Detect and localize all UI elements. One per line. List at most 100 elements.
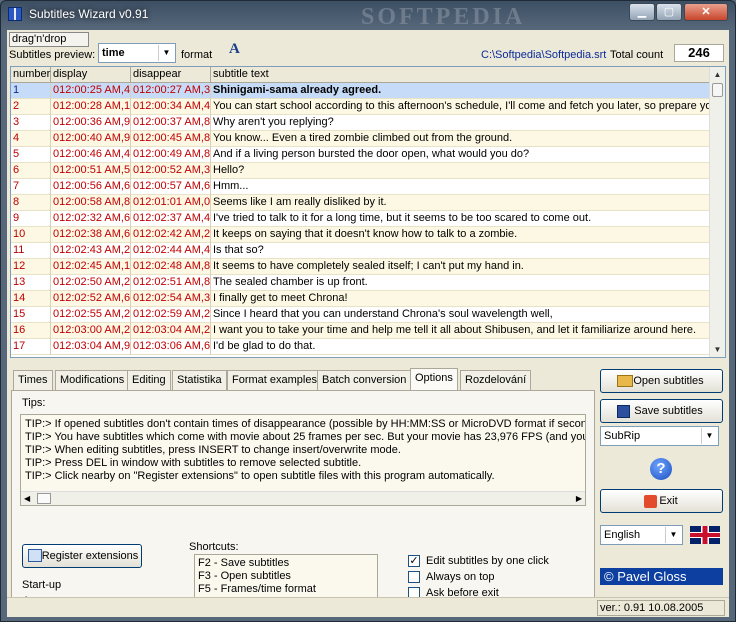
tab-times[interactable]: Times <box>13 370 53 390</box>
row-display-time: 012:02:55 AM,2 <box>51 307 131 323</box>
scroll-down-icon[interactable]: ▼ <box>710 342 725 357</box>
table-row[interactable]: 10 012:02:38 AM,6 012:02:42 AM,2 It keeps o… <box>11 227 711 243</box>
table-row[interactable]: 1 012:00:25 AM,4 012:00:27 AM,3 Shinigami-s… <box>11 83 711 99</box>
table-row[interactable]: 7 012:00:56 AM,6 012:00:57 AM,6 Hmm... <box>11 179 711 195</box>
row-disappear-time: 012:00:52 AM,3 <box>131 163 211 179</box>
tab-batch-conversion[interactable]: Batch conversion <box>317 370 412 390</box>
col-header-display[interactable]: display <box>51 67 131 83</box>
grid-vertical-scrollbar[interactable]: ▲ ▼ <box>709 67 725 357</box>
format-select[interactable]: SubRip ▼ <box>600 426 719 446</box>
register-extensions-button[interactable]: Register extensions <box>22 544 142 568</box>
scroll-up-icon[interactable]: ▲ <box>710 67 725 82</box>
row-number: 4 <box>11 131 51 147</box>
table-row[interactable]: 11 012:02:43 AM,2 012:02:44 AM,4 Is that so… <box>11 243 711 259</box>
row-subtitle-text: Shinigami-sama already agreed. <box>211 83 711 99</box>
font-icon[interactable]: A <box>229 41 240 58</box>
language-select-value: English <box>604 529 641 541</box>
preview-select[interactable]: time ▼ <box>98 43 176 63</box>
row-number: 6 <box>11 163 51 179</box>
language-select[interactable]: English ▼ <box>600 525 683 545</box>
row-subtitle-text: Is that so? <box>211 243 711 259</box>
row-display-time: 012:00:40 AM,9 <box>51 131 131 147</box>
col-header-number[interactable]: number <box>11 67 51 83</box>
subtitles-grid[interactable]: number display disappear subtitle text 1… <box>10 66 726 358</box>
table-row[interactable]: 13 012:02:50 AM,2 012:02:51 AM,8 The sealed… <box>11 275 711 291</box>
tip-line: TIP:> When editing subtitles, press INSE… <box>25 444 401 456</box>
total-count-value: 246 <box>674 44 724 62</box>
row-disappear-time: 012:00:34 AM,4 <box>131 99 211 115</box>
row-subtitle-text: The sealed chamber is up front. <box>211 275 711 291</box>
row-disappear-time: 012:01:01 AM,0 <box>131 195 211 211</box>
tab-options[interactable]: Options <box>410 368 458 391</box>
scroll-left-icon[interactable]: ◀ <box>24 494 30 503</box>
row-subtitle-text: It keeps on saying that it doesn't know … <box>211 227 711 243</box>
row-display-time: 012:00:58 AM,8 <box>51 195 131 211</box>
table-row[interactable]: 14 012:02:52 AM,6 012:02:54 AM,3 I finally … <box>11 291 711 307</box>
scroll-thumb[interactable] <box>37 493 51 504</box>
col-header-disappear[interactable]: disappear <box>131 67 211 83</box>
dragdrop-label[interactable]: drag'n'drop <box>9 32 89 47</box>
row-subtitle-text: I've tried to talk to it for a long time… <box>211 211 711 227</box>
preview-select-value: time <box>102 47 125 59</box>
shortcut-line: F2 - Save subtitles <box>198 557 290 569</box>
uk-flag-icon[interactable] <box>690 526 720 544</box>
close-button[interactable]: ✕ <box>684 3 728 21</box>
row-display-time: 012:00:28 AM,1 <box>51 99 131 115</box>
help-icon[interactable]: ? <box>650 458 672 480</box>
tab-format-examples[interactable]: Format examples <box>227 370 322 390</box>
chevron-down-icon: ▼ <box>158 45 174 61</box>
minimize-button[interactable]: ▁ <box>629 3 655 21</box>
register-icon <box>28 549 42 562</box>
row-number: 16 <box>11 323 51 339</box>
table-row[interactable]: 17 012:03:04 AM,9 012:03:06 AM,6 I'd be gla… <box>11 339 711 355</box>
row-disappear-time: 012:02:42 AM,2 <box>131 227 211 243</box>
maximize-button[interactable]: ▢ <box>656 3 682 21</box>
row-disappear-time: 012:03:06 AM,6 <box>131 339 211 355</box>
tips-box[interactable]: TIP:> If opened subtitles don't contain … <box>20 414 586 506</box>
table-row[interactable]: 3 012:00:36 AM,9 012:00:37 AM,8 Why aren't … <box>11 115 711 131</box>
col-header-text[interactable]: subtitle text <box>211 67 711 83</box>
row-number: 11 <box>11 243 51 259</box>
table-row[interactable]: 15 012:02:55 AM,2 012:02:59 AM,2 Since I he… <box>11 307 711 323</box>
table-row[interactable]: 12 012:02:45 AM,1 012:02:48 AM,8 It seems t… <box>11 259 711 275</box>
total-count-label: Total count <box>610 49 664 61</box>
table-row[interactable]: 16 012:03:00 AM,2 012:03:04 AM,2 I want you… <box>11 323 711 339</box>
row-number: 7 <box>11 179 51 195</box>
table-row[interactable]: 6 012:00:51 AM,5 012:00:52 AM,3 Hello? <box>11 163 711 179</box>
tips-label: Tips: <box>22 397 46 409</box>
power-icon <box>644 495 657 508</box>
row-disappear-time: 012:02:51 AM,8 <box>131 275 211 291</box>
tips-horizontal-scrollbar[interactable]: ◀ ▶ <box>21 491 585 505</box>
table-row[interactable]: 9 012:02:32 AM,6 012:02:37 AM,4 I've tried … <box>11 211 711 227</box>
file-path: C:\Softpedia\Softpedia.srt <box>481 49 607 61</box>
tab-editing[interactable]: Editing <box>127 370 171 390</box>
open-subtitles-button[interactable]: Open subtitles <box>600 369 723 393</box>
scroll-right-icon[interactable]: ▶ <box>576 494 582 503</box>
row-subtitle-text: You can start school according to this a… <box>211 99 711 115</box>
row-number: 9 <box>11 211 51 227</box>
table-row[interactable]: 4 012:00:40 AM,9 012:00:45 AM,8 You know...… <box>11 131 711 147</box>
tab-rozdelovani[interactable]: Rozdelování <box>460 370 532 390</box>
save-subtitles-button[interactable]: Save subtitles <box>600 399 723 423</box>
row-number: 3 <box>11 115 51 131</box>
version-label: ver.: 0.91 10.08.2005 <box>597 600 725 616</box>
row-number: 14 <box>11 291 51 307</box>
edit-one-click-checkbox[interactable]: ✓ <box>408 555 420 567</box>
tab-modifications[interactable]: Modifications <box>55 370 130 390</box>
row-number: 2 <box>11 99 51 115</box>
tip-line: TIP:> Press DEL in window with subtitles… <box>25 457 362 469</box>
tip-line: TIP:> You have subtitles which come with… <box>25 431 586 443</box>
exit-button[interactable]: Exit <box>600 489 723 513</box>
always-on-top-checkbox[interactable] <box>408 571 420 583</box>
title-bar[interactable]: Subtitles Wizard v0.91 SOFTPEDIA ▁ ▢ ✕ <box>1 1 735 30</box>
tab-statistika[interactable]: Statistika <box>172 370 227 390</box>
row-disappear-time: 012:02:59 AM,2 <box>131 307 211 323</box>
row-disappear-time: 012:00:49 AM,8 <box>131 147 211 163</box>
table-row[interactable]: 5 012:00:46 AM,4 012:00:49 AM,8 And if a li… <box>11 147 711 163</box>
table-row[interactable]: 2 012:00:28 AM,1 012:00:34 AM,4 You can sta… <box>11 99 711 115</box>
format-label: format <box>181 49 213 61</box>
options-panel: Tips: TIP:> If opened subtitles don't co… <box>11 390 595 612</box>
row-display-time: 012:00:36 AM,9 <box>51 115 131 131</box>
table-row[interactable]: 8 012:00:58 AM,8 012:01:01 AM,0 Seems like … <box>11 195 711 211</box>
scroll-thumb[interactable] <box>712 83 723 97</box>
